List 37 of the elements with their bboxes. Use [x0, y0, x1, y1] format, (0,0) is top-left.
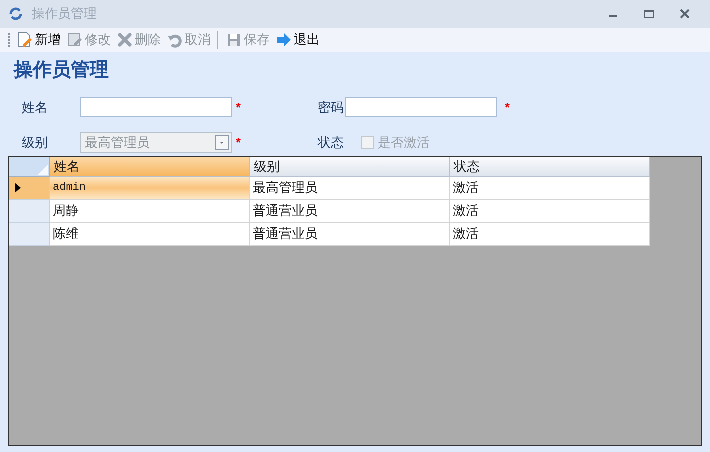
table-cell: 普通营业员: [250, 223, 450, 246]
table-cell: admin: [50, 177, 250, 200]
maximize-icon[interactable]: [644, 9, 654, 19]
table-cell: 周静: [50, 200, 250, 223]
column-header[interactable]: 姓名: [50, 157, 250, 177]
table-cell: 陈维: [50, 223, 250, 246]
field-label: 级别: [22, 134, 49, 152]
field-label: 状态: [316, 134, 345, 152]
corner-triangle-icon: [37, 164, 49, 176]
cross-icon: [117, 32, 133, 48]
row-pointer-icon: [15, 183, 21, 193]
table-cell: 激活: [450, 200, 650, 223]
window-title: 操作员管理: [32, 5, 97, 24]
table-cell: 激活: [450, 177, 650, 200]
row-header[interactable]: [9, 177, 50, 200]
toolbar-button[interactable]: 退出: [276, 30, 320, 50]
field-label: 密码: [317, 98, 345, 116]
required-mark: *: [504, 98, 512, 116]
required-mark: *: [235, 134, 242, 152]
document-pencil-icon: [17, 32, 33, 48]
name-field[interactable]: [80, 97, 232, 118]
table-cell: 普通营业员: [250, 200, 450, 223]
refresh-icon: [8, 6, 24, 22]
grip-icon: [8, 32, 11, 48]
close-icon[interactable]: [680, 9, 690, 19]
undo-icon: [167, 32, 183, 48]
page-heading: 操作员管理: [14, 60, 109, 81]
document-edit-icon: [67, 32, 83, 48]
table-cell: 最高管理员: [250, 177, 450, 200]
column-header[interactable]: 状态: [450, 157, 650, 177]
table-cell: 激活: [450, 223, 650, 246]
toolbar-button[interactable]: 新增: [17, 30, 61, 50]
field-label: 姓名: [22, 98, 49, 116]
password-field[interactable]: [345, 97, 497, 118]
arrow-right-icon: [276, 32, 292, 48]
column-header[interactable]: 级别: [250, 157, 450, 177]
required-mark: *: [235, 98, 242, 116]
